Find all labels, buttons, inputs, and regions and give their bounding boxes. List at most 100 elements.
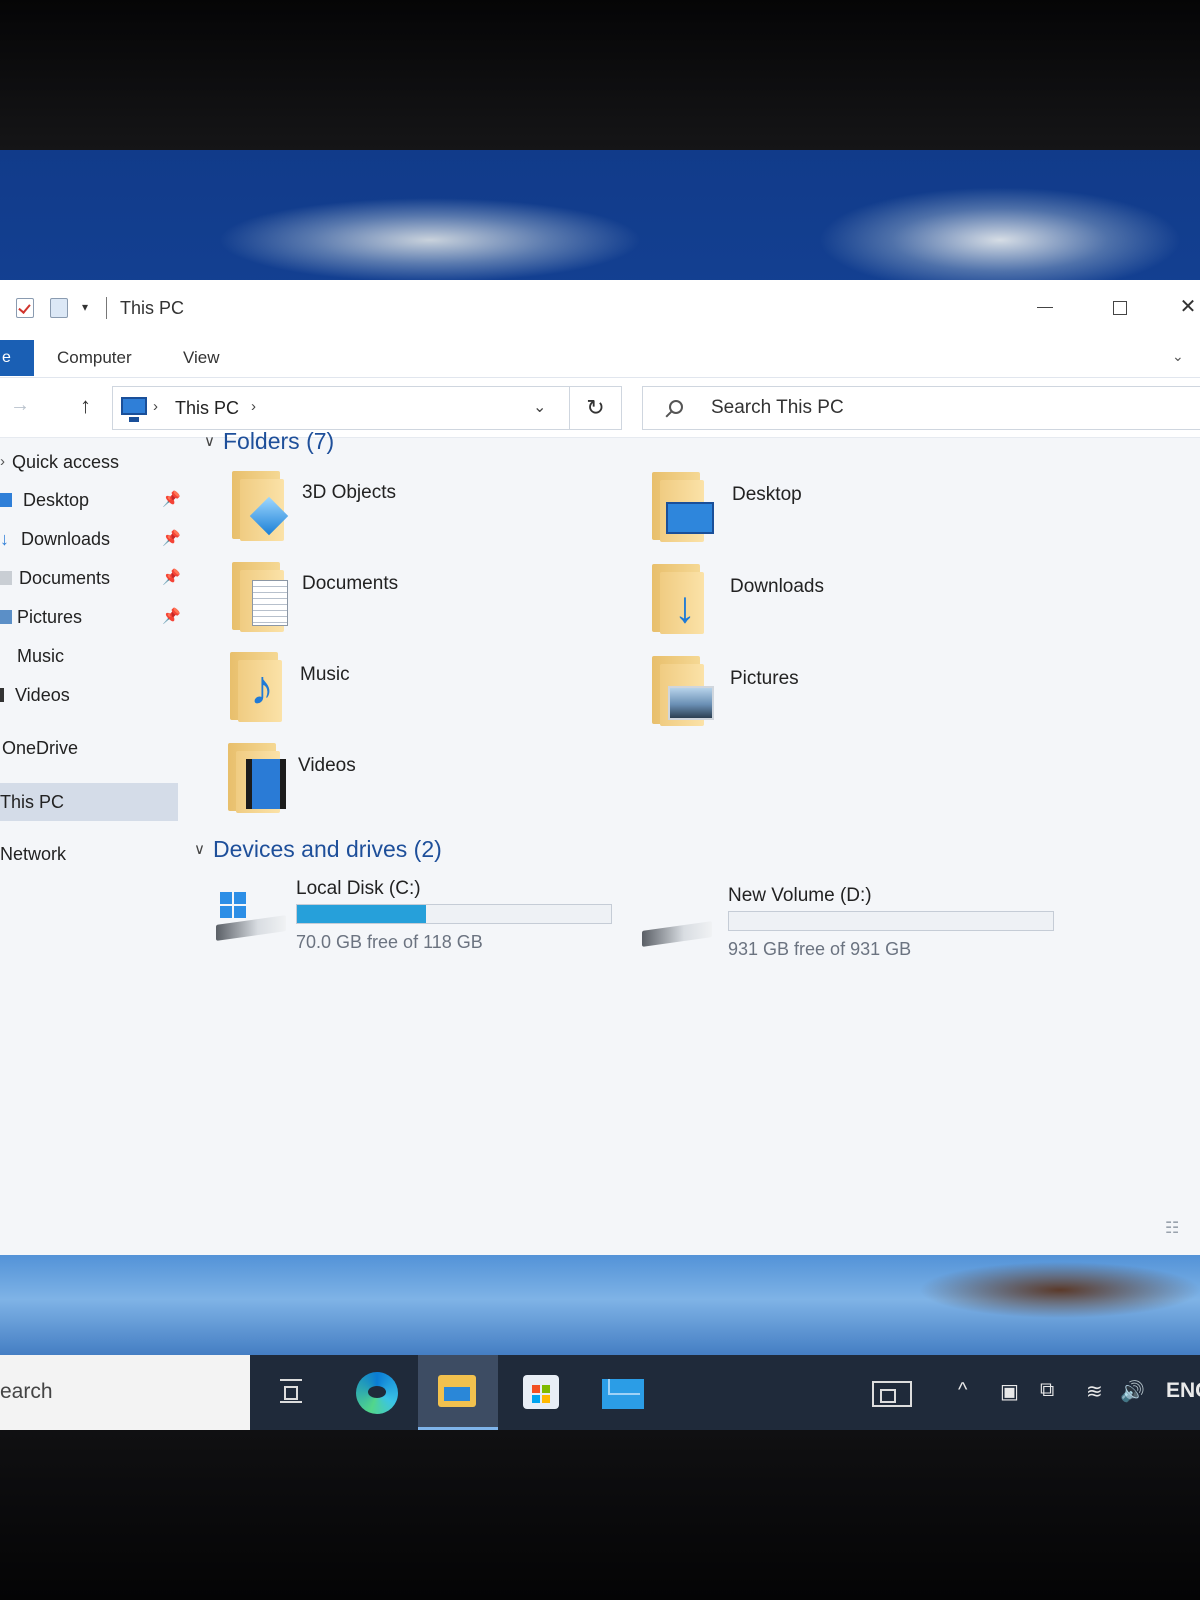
sidebar-item-desktop[interactable]: Desktop 📌 — [0, 484, 181, 516]
new-folder-icon[interactable] — [50, 298, 68, 318]
drive-usage-bar — [728, 911, 1054, 931]
sidebar-item-label: Downloads — [21, 529, 111, 549]
sidebar-item-label: This PC — [0, 792, 65, 812]
title-bar: ▾ This PC ✕ — [0, 280, 1200, 338]
desktop-folder-icon[interactable] — [652, 472, 714, 542]
file-explorer-window: ▾ This PC ✕ e Computer View ⌄ → ↑ › This… — [0, 280, 1200, 1255]
folder-label[interactable]: Desktop — [732, 484, 802, 506]
maximize-icon — [1113, 300, 1127, 315]
sidebar-item-label: Network — [0, 844, 67, 864]
folder-label[interactable]: Music — [300, 664, 350, 686]
sidebar-item-music[interactable]: Music — [0, 640, 178, 672]
pictures-folder-icon[interactable] — [652, 656, 714, 726]
microsoft-store-button[interactable] — [500, 1355, 580, 1430]
meet-now-icon[interactable]: ▣ — [1000, 1379, 1019, 1404]
properties-checkmark-icon[interactable] — [16, 298, 34, 318]
refresh-button[interactable]: ↻ — [569, 387, 621, 429]
folder-label[interactable]: 3D Objects — [302, 482, 396, 504]
folders-group-header[interactable]: ∨ Folders (7) — [204, 428, 334, 455]
taskbar-search[interactable] — [0, 1355, 250, 1430]
file-explorer-button[interactable] — [418, 1355, 498, 1430]
sidebar-item-documents[interactable]: Documents 📌 — [0, 562, 181, 594]
drive-free-space: 70.0 GB free of 118 GB — [296, 932, 483, 952]
folder-label[interactable]: Documents — [302, 573, 398, 595]
file-explorer-icon — [438, 1375, 476, 1407]
file-tab[interactable]: e — [0, 340, 34, 376]
wifi-icon[interactable]: ≋ — [1086, 1379, 1103, 1404]
sidebar-item-pictures[interactable]: Pictures 📌 — [0, 601, 181, 633]
minimize-button[interactable] — [1025, 292, 1065, 322]
sidebar-item-label: Documents — [19, 568, 111, 588]
quick-access-toolbar-dropdown-icon[interactable]: ▾ — [82, 300, 88, 314]
task-view-icon — [280, 1379, 302, 1403]
sidebar-item-label: Music — [17, 646, 65, 666]
folder-label[interactable]: Downloads — [730, 576, 824, 598]
title-separator — [106, 297, 107, 319]
monitor-bezel-bottom — [0, 1430, 1200, 1600]
drive-name: New Volume (D:) — [728, 885, 872, 906]
sidebar-item-this-pc[interactable]: This PC — [0, 783, 178, 821]
search-box[interactable] — [642, 386, 1200, 430]
pin-icon[interactable]: 📌 — [162, 562, 181, 594]
pictures-icon — [0, 610, 12, 624]
mail-button[interactable] — [584, 1355, 664, 1430]
documents-icon — [0, 571, 12, 585]
window-title: This PC — [120, 298, 185, 318]
forward-arrow-icon[interactable]: → — [10, 394, 30, 417]
breadcrumb-chevron-icon[interactable]: › — [153, 398, 158, 415]
search-input[interactable] — [711, 396, 1131, 420]
sidebar-item-network[interactable]: Network — [0, 838, 178, 870]
sidebar-item-quick-access[interactable]: › Quick access — [0, 446, 178, 478]
pin-icon[interactable]: 📌 — [162, 523, 181, 555]
show-hidden-icons-chevron-icon[interactable]: ^ — [958, 1379, 967, 1402]
downloads-folder-icon[interactable]: ↓ — [652, 564, 714, 634]
folder-label[interactable]: Pictures — [730, 668, 799, 690]
drives-group-header[interactable]: ∨ Devices and drives (2) — [194, 836, 442, 863]
navigation-pane: › Quick access Desktop 📌 ↓ Downloads 📌 D… — [0, 438, 190, 1255]
edge-button[interactable] — [336, 1355, 416, 1430]
drive-usage-bar — [296, 904, 612, 924]
tab-view[interactable]: View — [183, 348, 220, 368]
documents-folder-icon[interactable] — [232, 562, 294, 632]
address-history-dropdown-icon[interactable]: ⌄ — [533, 397, 546, 417]
folder-label[interactable]: Videos — [298, 755, 356, 777]
microsoft-store-icon — [523, 1375, 559, 1409]
videos-folder-icon[interactable] — [228, 743, 290, 813]
taskbar-search-input[interactable] — [0, 1375, 240, 1409]
breadcrumb-chevron-icon[interactable]: › — [251, 398, 256, 415]
ribbon: e Computer View ⌄ — [0, 338, 1200, 378]
sidebar-item-onedrive[interactable]: OneDrive — [0, 732, 178, 764]
sidebar-item-videos[interactable]: Videos — [0, 679, 178, 711]
3d-objects-folder-icon[interactable] — [232, 471, 294, 541]
volume-icon[interactable]: 🔊 — [1120, 1379, 1145, 1404]
language-indicator[interactable]: ENG — [1166, 1379, 1200, 1403]
up-arrow-icon[interactable]: ↑ — [80, 393, 91, 419]
security-alert-icon[interactable]: ⧉ — [1040, 1379, 1054, 1402]
edge-icon — [356, 1372, 398, 1414]
sidebar-item-downloads[interactable]: ↓ Downloads 📌 — [0, 523, 181, 555]
monitor-bezel-top — [0, 0, 1200, 150]
pin-icon[interactable]: 📌 — [162, 484, 181, 516]
collapse-chevron-icon: ∨ — [194, 841, 205, 858]
this-pc-icon — [121, 397, 147, 422]
expand-chevron-icon: › — [0, 453, 5, 470]
tab-computer[interactable]: Computer — [57, 348, 132, 368]
group-header-label: Folders (7) — [222, 428, 335, 454]
pin-icon[interactable]: 📌 — [162, 601, 181, 633]
news-and-interests-icon[interactable] — [872, 1381, 912, 1407]
maximize-button[interactable] — [1100, 292, 1140, 322]
sidebar-item-label: OneDrive — [2, 738, 79, 758]
drive-name: Local Disk (C:) — [296, 878, 421, 899]
expand-ribbon-chevron-icon[interactable]: ⌄ — [1172, 348, 1184, 365]
close-button[interactable]: ✕ — [1168, 292, 1200, 322]
address-bar[interactable]: › This PC › ⌄ ↻ — [112, 386, 622, 430]
windows-logo-icon — [220, 892, 246, 918]
drive-free-space: 931 GB free of 931 GB — [728, 939, 912, 959]
sidebar-item-label: Pictures — [17, 607, 83, 627]
music-folder-icon[interactable]: ♪ — [230, 652, 292, 722]
breadcrumb-this-pc[interactable]: This PC — [175, 398, 239, 419]
details-view-icon[interactable]: ☷ — [1165, 1218, 1179, 1238]
sidebar-item-label: Quick access — [12, 452, 120, 472]
task-view-button[interactable] — [252, 1355, 332, 1430]
videos-icon — [0, 688, 4, 702]
